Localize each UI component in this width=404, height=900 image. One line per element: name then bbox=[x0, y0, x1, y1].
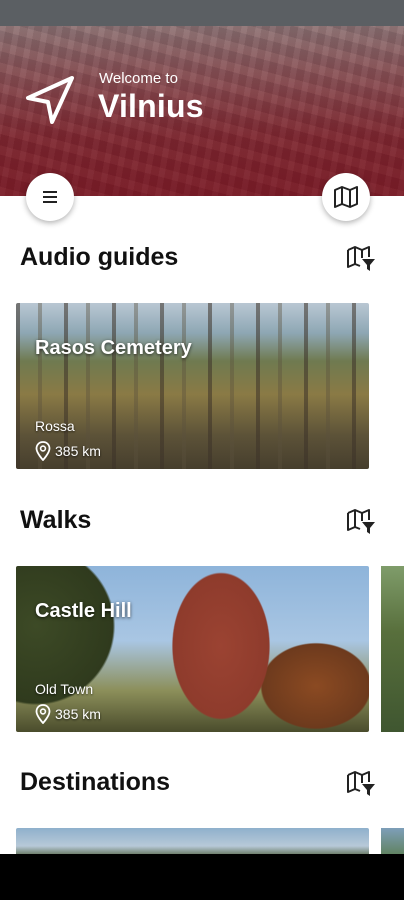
location-pin-icon bbox=[35, 704, 51, 724]
card-distance: 385 km bbox=[35, 704, 101, 724]
card-distance-value: 385 km bbox=[55, 443, 101, 459]
hero-banner: Welcome to Vilnius bbox=[0, 26, 404, 196]
location-pin-icon bbox=[35, 441, 51, 461]
map-filter-icon[interactable] bbox=[346, 507, 376, 535]
card-rasos-cemetery[interactable]: Rasos Cemetery Rossa 385 km bbox=[16, 303, 369, 469]
map-icon bbox=[334, 186, 358, 208]
section-title-audio-guides: Audio guides bbox=[20, 243, 179, 271]
section-title-walks: Walks bbox=[20, 506, 92, 534]
menu-button[interactable] bbox=[26, 173, 74, 221]
map-filter-icon[interactable] bbox=[346, 769, 376, 797]
card-distance-value: 385 km bbox=[55, 706, 101, 722]
map-filter-icon[interactable] bbox=[346, 244, 376, 272]
next-card-peek[interactable] bbox=[381, 566, 404, 732]
map-button[interactable] bbox=[322, 173, 370, 221]
card-title: Rasos Cemetery bbox=[35, 337, 192, 359]
card-area: Rossa bbox=[35, 418, 75, 434]
welcome-text: Welcome to bbox=[99, 70, 178, 87]
card-castle-hill[interactable]: Castle Hill Old Town 385 km bbox=[16, 566, 369, 732]
system-navigation-bar bbox=[0, 854, 404, 900]
card-distance: 385 km bbox=[35, 441, 101, 461]
city-title: Vilnius bbox=[98, 88, 204, 124]
card-area: Old Town bbox=[35, 681, 94, 697]
section-title-destinations: Destinations bbox=[20, 768, 171, 796]
navigation-arrow-icon bbox=[26, 76, 74, 124]
card-title: Castle Hill bbox=[35, 600, 132, 622]
menu-icon bbox=[43, 191, 57, 203]
status-bar bbox=[0, 0, 404, 26]
